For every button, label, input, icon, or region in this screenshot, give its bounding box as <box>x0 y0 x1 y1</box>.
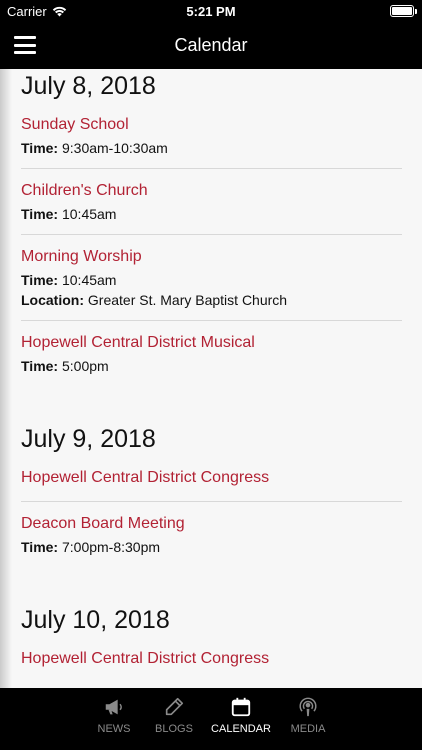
tab-label: NEWS <box>97 723 131 735</box>
event-time: Time: 10:45am <box>21 272 117 288</box>
megaphone-icon <box>105 699 122 715</box>
tab-media[interactable]: MEDIA <box>283 696 333 750</box>
event-title[interactable]: Hopewell Central District Musical <box>21 333 402 353</box>
calendar-list[interactable]: July 8, 2018 Sunday School Time: 9:30am-… <box>0 69 422 688</box>
tab-bar: NEWS BLOGS CALENDAR MEDIA <box>0 688 422 750</box>
podcast-icon <box>299 697 317 717</box>
battery-icon <box>390 5 417 17</box>
event-title[interactable]: Sunday School <box>21 115 402 135</box>
event-title[interactable]: Hopewell Central District Congress <box>21 468 402 488</box>
event-item[interactable]: Deacon Board Meeting Time: 7:00pm-8:30pm <box>21 502 402 567</box>
event-title[interactable]: Deacon Board Meeting <box>21 514 402 534</box>
event-item[interactable]: Hopewell Central District Congress <box>21 468 402 502</box>
day-heading: July 9, 2018 <box>21 425 156 453</box>
calendar-day: July 8, 2018 Sunday School Time: 9:30am-… <box>0 69 422 386</box>
day-heading: July 10, 2018 <box>21 606 170 634</box>
drawer-edge-shadow <box>0 69 12 688</box>
event-item[interactable]: Hopewell Central District Congress <box>21 649 402 682</box>
event-item[interactable]: Children's Church Time: 10:45am <box>21 169 402 235</box>
calendar-day: July 10, 2018 Hopewell Central District … <box>0 567 422 682</box>
event-item[interactable]: Hopewell Central District Musical Time: … <box>21 321 402 386</box>
event-title[interactable]: Hopewell Central District Congress <box>21 649 402 669</box>
tab-label: CALENDAR <box>211 723 271 735</box>
event-title[interactable]: Children's Church <box>21 181 402 201</box>
event-time: Time: 10:45am <box>21 206 117 222</box>
day-heading: July 8, 2018 <box>21 72 156 100</box>
event-location: Location: Greater St. Mary Baptist Churc… <box>21 292 288 308</box>
status-time: 5:21 PM <box>186 4 236 19</box>
event-time: Time: 7:00pm-8:30pm <box>21 539 161 555</box>
tab-calendar[interactable]: CALENDAR <box>209 696 273 750</box>
calendar-day: July 9, 2018 Hopewell Central District C… <box>0 386 422 567</box>
page-title: Calendar <box>174 35 248 55</box>
event-time: Time: 5:00pm <box>21 358 109 374</box>
tab-news[interactable]: NEWS <box>89 696 139 750</box>
status-bar: Carrier 5:21 PM <box>0 0 422 22</box>
pencil-icon <box>165 697 184 716</box>
event-item[interactable]: Morning Worship Time: 10:45am Location: … <box>21 235 402 321</box>
event-item[interactable]: Sunday School Time: 9:30am-10:30am <box>21 115 402 169</box>
tab-blogs[interactable]: BLOGS <box>149 696 199 750</box>
tab-label: BLOGS <box>155 723 193 735</box>
tab-label: MEDIA <box>290 723 326 735</box>
navigation-bar: Calendar <box>0 22 422 69</box>
event-title[interactable]: Morning Worship <box>21 247 402 267</box>
calendar-icon <box>231 697 251 717</box>
event-time: Time: 9:30am-10:30am <box>21 140 168 156</box>
